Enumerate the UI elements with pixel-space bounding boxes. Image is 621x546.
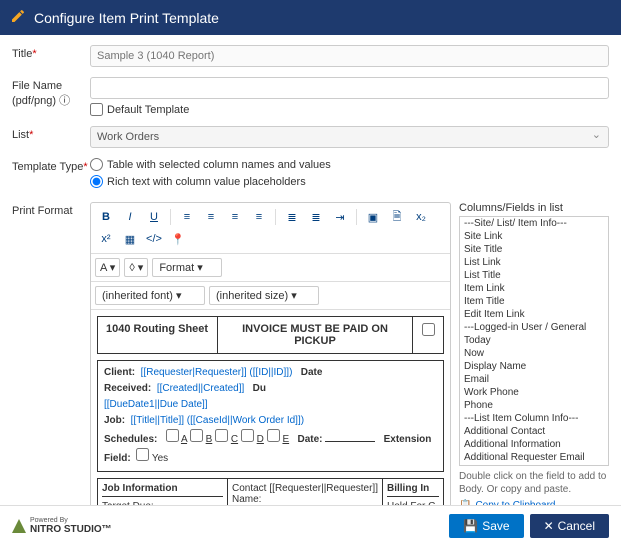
field-list-item[interactable]: Phone [460, 399, 608, 412]
fields-hint: Double click on the field to add to Body… [459, 470, 609, 496]
align-right-icon[interactable]: ≡ [224, 207, 246, 227]
html-icon[interactable]: </> [143, 229, 165, 249]
field-list-item[interactable]: Display Name [460, 360, 608, 373]
fields-panel: Columns/Fields in list ---Site/ List/ It… [459, 202, 609, 505]
doc-checkbox[interactable] [422, 323, 435, 336]
editor-toolbar-row2: A ▾ ◊ ▾ Format ▾ [91, 254, 450, 282]
print-format-label: Print Format [12, 202, 90, 217]
field-list-item[interactable]: Now [460, 347, 608, 360]
field-list-item[interactable]: Additional Contact [460, 425, 608, 438]
radio-richtext[interactable]: Rich text with column value placeholders [90, 175, 609, 188]
field-list-item[interactable]: List Link [460, 256, 608, 269]
list-select[interactable]: Work Orders [90, 126, 609, 148]
save-button[interactable]: 💾Save [449, 514, 523, 538]
pin-icon[interactable]: 📍 [167, 229, 189, 249]
font-color-drop[interactable]: A ▾ [95, 258, 120, 277]
list-label: List [12, 126, 90, 141]
close-icon: ✕ [544, 519, 554, 533]
editor-toolbar-row3: (inherited font) ▾ (inherited size) ▾ [91, 282, 450, 310]
bullet-list-icon[interactable]: ≣ [281, 207, 303, 227]
filename-label: File Name (pdf/png) ⓘ [12, 77, 90, 108]
field-list-item[interactable]: Today [460, 334, 608, 347]
format-select[interactable]: Format ▾ [152, 258, 221, 277]
default-template-checkbox[interactable]: Default Template [90, 103, 609, 116]
field-list-item[interactable]: Item Title [460, 295, 608, 308]
title-input[interactable] [90, 45, 609, 67]
image-icon[interactable]: ▣ [362, 207, 384, 227]
nitro-studio-logo: Powered By NITRO STUDIO™ [12, 517, 112, 535]
copy-to-clipboard-link[interactable]: 📋 Copy to Clipboard [459, 500, 609, 505]
logo-icon [12, 519, 26, 533]
doc-grid: Job Information Target Due: Priority: Bu… [97, 478, 444, 505]
fields-listbox[interactable]: ---Site/ List/ Item Info---Site LinkSite… [459, 216, 609, 466]
align-center-icon[interactable]: ≡ [200, 207, 222, 227]
file-icon[interactable]: 🗎 [386, 207, 408, 227]
superscript-icon[interactable]: x² [95, 229, 117, 249]
dialog-content: Title File Name (pdf/png) ⓘ Default Temp… [0, 35, 621, 505]
underline-icon[interactable]: U [143, 207, 165, 227]
rich-editor: B I U ≡ ≡ ≡ ≡ ≣ ≣ ⇥ ▣ 🗎 x₂ x² [90, 202, 451, 505]
highlight-drop[interactable]: ◊ ▾ [124, 258, 148, 277]
field-list-item[interactable]: ---Logged-in User / General [460, 321, 608, 334]
field-list-item[interactable]: Site Title [460, 243, 608, 256]
dialog-footer: Powered By NITRO STUDIO™ 💾Save ✕Cancel [0, 505, 621, 546]
field-list-item[interactable]: Assigned Date [460, 464, 608, 466]
subscript-icon[interactable]: x₂ [410, 207, 432, 227]
filename-input[interactable] [90, 77, 609, 99]
table-icon[interactable]: ▦ [119, 229, 141, 249]
field-list-item[interactable]: Edit Item Link [460, 308, 608, 321]
field-list-item[interactable]: List Title [460, 269, 608, 282]
pencil-icon [10, 8, 26, 27]
indent-icon[interactable]: ⇥ [329, 207, 351, 227]
field-list-item[interactable]: Item Link [460, 282, 608, 295]
field-list-item[interactable]: Additional Information [460, 438, 608, 451]
doc-meta-block: Client: [[Requester|Requester]] ([[ID||I… [97, 360, 444, 472]
save-icon: 💾 [463, 519, 478, 533]
field-list-item[interactable]: Site Link [460, 230, 608, 243]
editor-toolbar: B I U ≡ ≡ ≡ ≡ ≣ ≣ ⇥ ▣ 🗎 x₂ x² [91, 203, 450, 254]
dialog-header: Configure Item Print Template [0, 0, 621, 35]
field-list-item[interactable]: Additional Requester Email [460, 451, 608, 464]
align-left-icon[interactable]: ≡ [176, 207, 198, 227]
template-type-label: Template Type [12, 158, 90, 173]
bold-icon[interactable]: B [95, 207, 117, 227]
font-family-select[interactable]: (inherited font) ▾ [95, 286, 205, 305]
editor-canvas[interactable]: 1040 Routing Sheet INVOICE MUST BE PAID … [91, 310, 450, 505]
font-size-select[interactable]: (inherited size) ▾ [209, 286, 319, 305]
title-label: Title [12, 45, 90, 60]
field-list-item[interactable]: Email [460, 373, 608, 386]
info-icon[interactable]: ⓘ [59, 95, 70, 107]
cancel-button[interactable]: ✕Cancel [530, 514, 609, 538]
align-justify-icon[interactable]: ≡ [248, 207, 270, 227]
doc-header-table: 1040 Routing Sheet INVOICE MUST BE PAID … [97, 316, 444, 354]
radio-table[interactable]: Table with selected column names and val… [90, 158, 609, 171]
italic-icon[interactable]: I [119, 207, 141, 227]
numbered-list-icon[interactable]: ≣ [305, 207, 327, 227]
dialog-title: Configure Item Print Template [34, 10, 219, 26]
field-list-item[interactable]: ---List Item Column Info--- [460, 412, 608, 425]
field-list-item[interactable]: ---Site/ List/ Item Info--- [460, 217, 608, 230]
clipboard-icon: 📋 [459, 500, 471, 505]
field-list-item[interactable]: Work Phone [460, 386, 608, 399]
fields-panel-label: Columns/Fields in list [459, 202, 609, 214]
